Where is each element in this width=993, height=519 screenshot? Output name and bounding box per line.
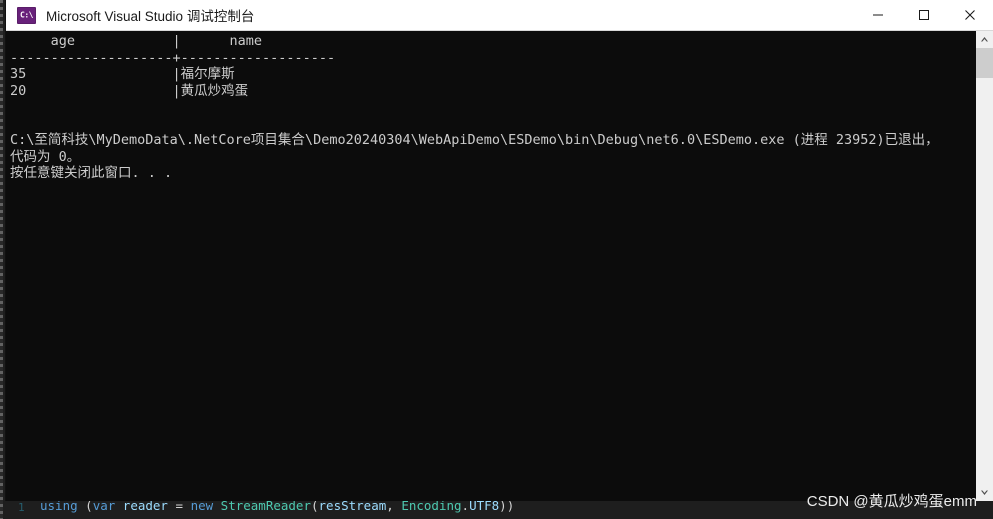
console-scrollbar[interactable] xyxy=(976,31,993,501)
console-text-buffer: age | name --------------------+---------… xyxy=(10,33,971,182)
title-bar[interactable]: C:\ Microsoft Visual Studio 调试控制台 xyxy=(6,0,993,31)
minimize-button[interactable] xyxy=(855,0,901,30)
minimize-icon xyxy=(873,14,883,16)
console-line: 代码为 0。 xyxy=(10,148,81,165)
window-controls xyxy=(855,0,993,30)
chevron-down-icon xyxy=(981,490,988,495)
screenshot-root: 1 using (var reader = new StreamReader(r… xyxy=(0,0,993,519)
code-line-number: 1 xyxy=(18,501,25,514)
chevron-up-icon xyxy=(981,37,988,42)
window-title: Microsoft Visual Studio 调试控制台 xyxy=(46,9,255,24)
console-line: 20 |黄瓜炒鸡蛋 xyxy=(10,82,249,99)
console-icon-glyph: C:\ xyxy=(20,10,33,20)
console-line: 按任意键关闭此窗口. . . xyxy=(10,165,173,181)
scrollbar-up-button[interactable] xyxy=(976,31,993,48)
close-icon xyxy=(965,10,975,20)
console-output-area[interactable]: age | name --------------------+---------… xyxy=(6,31,993,501)
scrollbar-thumb[interactable] xyxy=(976,48,993,78)
console-line: age | name xyxy=(10,33,262,49)
close-button[interactable] xyxy=(947,0,993,30)
debug-console-window: C:\ Microsoft Visual Studio 调试控制台 age | … xyxy=(6,0,993,501)
console-app-icon: C:\ xyxy=(17,6,36,24)
maximize-button[interactable] xyxy=(901,0,947,30)
code-line-next: ... xyxy=(52,512,75,519)
console-line: C:\至简科技\MyDemoData\.NetCore项目集合\Demo2024… xyxy=(10,132,939,148)
console-line: --------------------+------------------- xyxy=(10,49,336,66)
maximize-icon xyxy=(919,10,929,20)
csdn-watermark: CSDN @黄瓜炒鸡蛋emm xyxy=(806,493,977,510)
scrollbar-down-button[interactable] xyxy=(976,484,993,501)
console-line: 35 |福尔摩斯 xyxy=(10,66,235,82)
